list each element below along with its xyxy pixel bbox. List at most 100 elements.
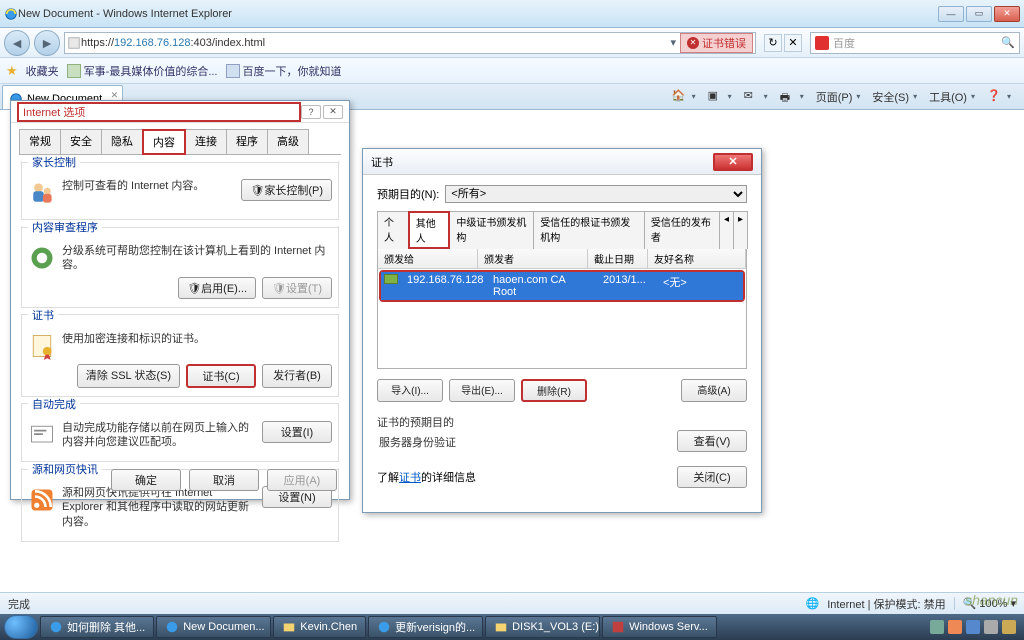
certificates-group: 证书 使用加密连接和标识的证书。 清除 SSL 状态(S) 证书(C) 发行者(… [21,314,339,397]
refresh-button[interactable]: ↻ [764,34,782,52]
purpose-row: 预期目的(N): <所有> [377,185,747,203]
url-text: https://192.168.76.128:403/index.html [81,37,670,49]
import-button[interactable]: 导入(I)... [377,379,443,402]
cert-tab-others[interactable]: 其他人 [408,211,451,249]
taskbar-item-5[interactable]: DISK1_VOL3 (E:) [485,616,600,638]
mail-button[interactable]: ✉ [741,87,771,107]
internet-options-dialog: Internet 选项 ? ✕ 常规 安全 隐私 内容 连接 程序 高级 家长控… [10,100,350,500]
safety-menu[interactable]: 安全(S) [869,87,920,107]
forward-button[interactable]: ► [34,30,60,56]
window-maximize-button[interactable]: ▭ [966,6,992,22]
certificates-button[interactable]: 证书(C) [186,364,256,388]
parental-icon [28,179,56,207]
tray-icon[interactable] [984,620,998,634]
purpose-select[interactable]: <所有> [445,185,747,203]
ok-button[interactable]: 确定 [111,469,181,491]
cert-tab-scroll-left[interactable]: ◂ [719,211,734,249]
cert-action-buttons: 导入(I)... 导出(E)... 删除(R) 高级(A) [377,379,747,402]
cert-title: 证书 [371,154,713,170]
tab-content[interactable]: 内容 [142,129,186,155]
cert-close-button[interactable]: ✕ [713,153,753,171]
col-issuer[interactable]: 颁发者 [478,249,588,268]
export-button[interactable]: 导出(E)... [449,379,515,402]
autocomplete-settings-button[interactable]: 设置(I) [262,421,332,443]
cancel-button[interactable]: 取消 [189,469,259,491]
feeds-label: 源和网页快讯 [28,461,102,477]
favorite-link-1[interactable]: 军事-最具媒体价值的综合... [67,63,218,79]
taskbar-item-1[interactable]: 如何删除 其他... [40,616,154,638]
favorites-label[interactable]: 收藏夹 [26,63,59,79]
publishers-button[interactable]: 发行者(B) [262,364,332,388]
taskbar-item-3[interactable]: Kevin.Chen [273,616,366,638]
clear-ssl-button[interactable]: 清除 SSL 状态(S) [77,364,180,388]
security-zone: Internet | 保护模式: 禁用 [827,596,945,612]
favorites-star-icon[interactable]: ★ [6,63,18,79]
remove-button[interactable]: 删除(R) [521,379,587,402]
tab-privacy[interactable]: 隐私 [101,129,143,155]
cert-tab-trusted-publishers[interactable]: 受信任的发布者 [644,211,720,249]
purposes-text: 服务器身份验证 [379,434,456,450]
taskbar-item-2[interactable]: New Documen... [156,616,271,638]
cert-tabs: 个人 其他人 中级证书颁发机构 受信任的根证书颁发机构 受信任的发布者 ◂ ▸ [377,211,747,249]
col-issued-to[interactable]: 颁发给 [378,249,478,268]
stop-button[interactable]: ✕ [784,34,802,52]
feeds-button[interactable]: ▣ [705,87,735,107]
parental-controls-group: 家长控制 控制可查看的 Internet 内容。 🛡家长控制(P) [21,161,339,220]
command-bar: 🏠 ▣ ✉ 🖶 页面(P) 安全(S) 工具(O) ❓ [669,84,1024,109]
tray-icon[interactable] [966,620,980,634]
tray-icon[interactable] [930,620,944,634]
system-tray[interactable] [930,620,1020,634]
address-bar[interactable]: https://192.168.76.128:403/index.html ▾ … [64,32,756,54]
start-button[interactable] [4,615,38,639]
options-help-button[interactable]: ? [301,105,321,119]
tray-icon[interactable] [1002,620,1016,634]
rss-icon [28,486,56,514]
search-icon[interactable]: 🔍 [1001,36,1015,49]
taskbar-item-4[interactable]: 更新verisign的... [368,616,483,638]
cert-list-header: 颁发给 颁发者 截止日期 友好名称 [378,249,746,269]
col-expires[interactable]: 截止日期 [588,249,648,268]
favorite-link-2[interactable]: 百度一下，你就知道 [226,63,342,79]
back-button[interactable]: ◄ [4,30,30,56]
cert-close-button-bottom[interactable]: 关闭(C) [677,466,747,488]
window-minimize-button[interactable]: — [938,6,964,22]
favicon-1 [67,64,81,78]
cert-tab-intermediate[interactable]: 中级证书颁发机构 [449,211,534,249]
cert-footer: 了解证书的详细信息 关闭(C) [377,466,747,488]
cert-tab-trusted-root[interactable]: 受信任的根证书颁发机构 [533,211,645,249]
print-button[interactable]: 🖶 [777,87,807,107]
cert-advanced-button[interactable]: 高级(A) [681,379,747,402]
tab-connections[interactable]: 连接 [185,129,227,155]
dropdown-icon[interactable]: ▾ [670,36,676,49]
certificate-icon [28,332,56,360]
cert-tab-personal[interactable]: 个人 [377,211,409,249]
tab-security[interactable]: 安全 [60,129,102,155]
tools-menu[interactable]: 工具(O) [926,87,978,107]
tab-programs[interactable]: 程序 [226,129,268,155]
autocomplete-group: 自动完成 自动完成功能存储以前在网页上输入的内容并向您建议匹配项。 设置(I) [21,403,339,463]
window-close-button[interactable]: ✕ [994,6,1020,22]
ie-icon [165,620,179,634]
cert-tab-scroll-right[interactable]: ▸ [733,211,748,249]
home-button[interactable]: 🏠 [669,87,699,107]
taskbar-item-6[interactable]: Windows Serv... [602,616,717,638]
tray-icon[interactable] [948,620,962,634]
advisor-enable-button[interactable]: 🛡启用(E)... [178,277,256,299]
certificate-error-badge[interactable]: ✕ 证书错误 [680,33,753,53]
col-friendly[interactable]: 友好名称 [648,249,746,268]
tab-advanced[interactable]: 高级 [267,129,309,155]
parental-controls-button[interactable]: 🛡家长控制(P) [241,179,332,201]
certs-text: 使用加密连接和标识的证书。 [62,332,332,346]
mail-icon: ✉ [744,89,760,105]
view-button[interactable]: 查看(V) [677,430,747,452]
search-box[interactable]: 百度 🔍 [810,32,1020,54]
app-icon [611,620,625,634]
page-menu[interactable]: 页面(P) [813,87,864,107]
cert-list-row[interactable]: 192.168.76.128 haoen.com CA Root 2013/1.… [381,272,743,300]
tab-general[interactable]: 常规 [19,129,61,155]
certificates-dialog: 证书 ✕ 预期目的(N): <所有> 个人 其他人 中级证书颁发机构 受信任的根… [362,148,762,513]
help-menu[interactable]: ❓ [984,87,1014,107]
options-close-button[interactable]: ✕ [323,105,343,119]
status-bar: 完成 🌐 Internet | 保护模式: 禁用 🔍 100% ▾ [0,592,1024,614]
learn-link[interactable]: 证书 [399,472,421,484]
